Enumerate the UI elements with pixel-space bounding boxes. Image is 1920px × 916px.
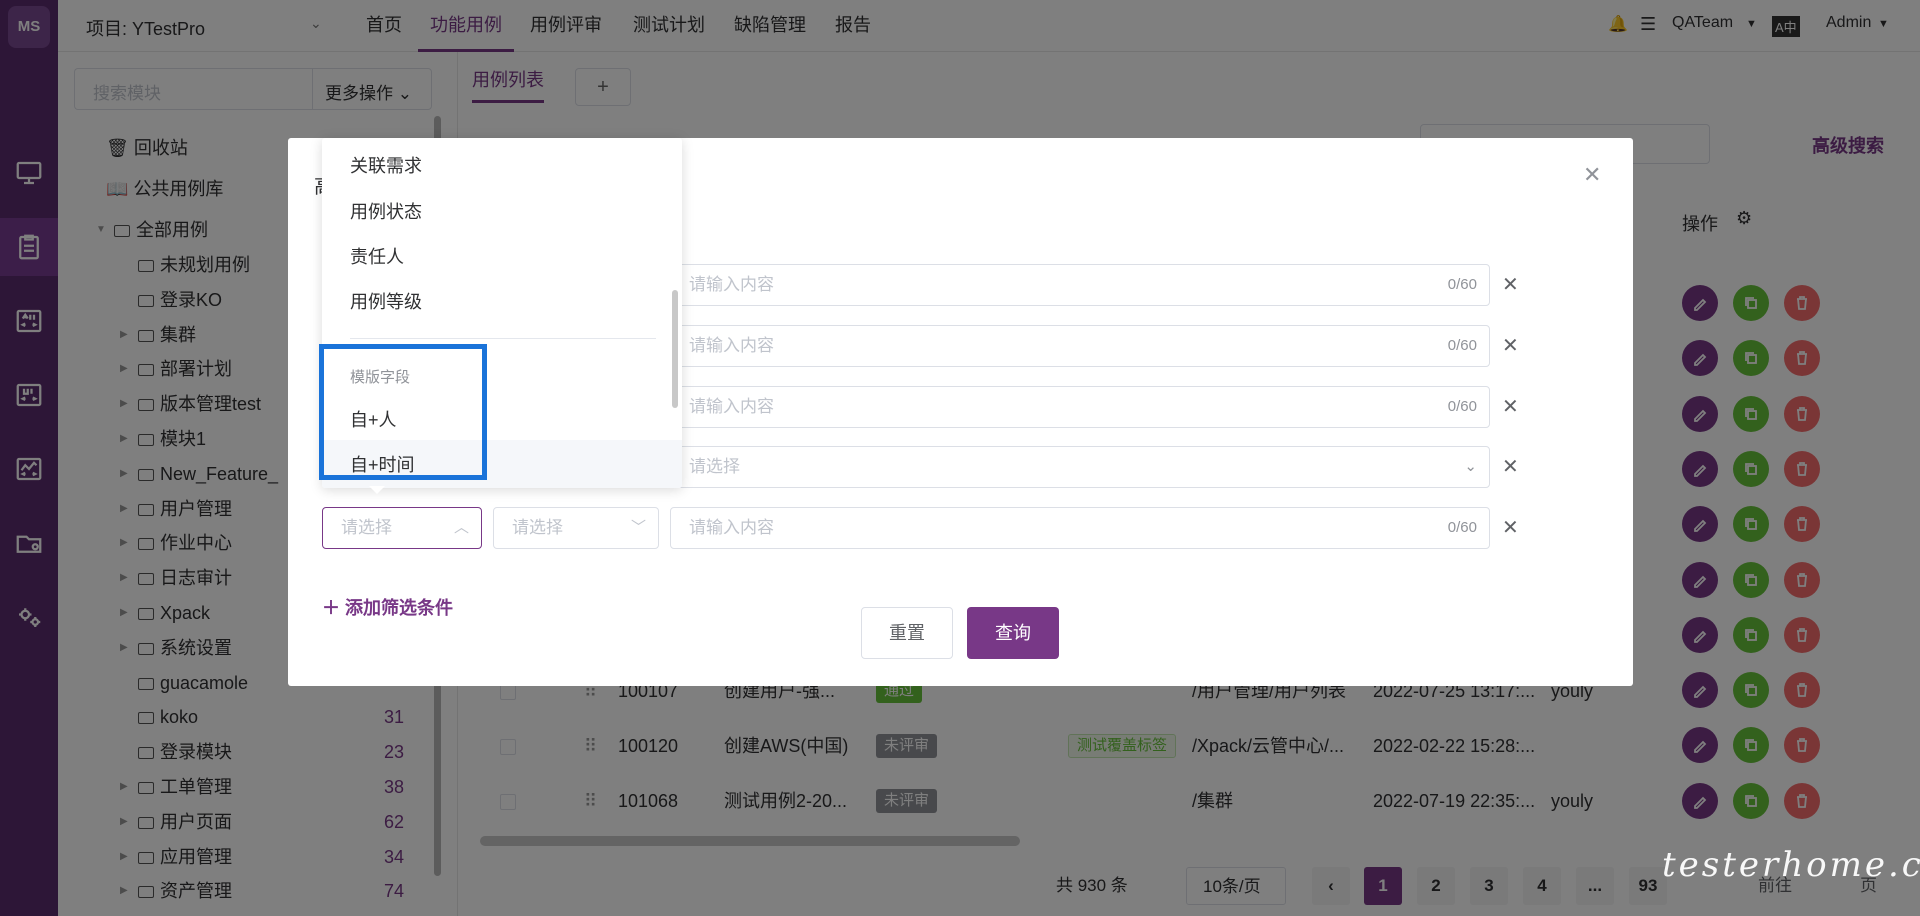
chevron-down-icon: ⌄ <box>1464 458 1477 475</box>
dropdown-option[interactable]: 关联需求 <box>350 152 422 178</box>
input-placeholder: 请输入内容 <box>689 275 774 294</box>
filter-value-select[interactable]: 请选择 ⌄ <box>670 446 1490 488</box>
filter-value-input[interactable]: 请输入内容 0/60 <box>670 264 1490 306</box>
add-filter-label: 添加筛选条件 <box>345 598 454 618</box>
remove-condition-icon[interactable]: ✕ <box>1502 454 1519 479</box>
dropdown-option[interactable]: 用例状态 <box>350 198 422 224</box>
field-select[interactable]: 请选择 ︿ <box>322 507 482 549</box>
dropdown-option[interactable]: 用例等级 <box>350 288 422 314</box>
filter-value-input[interactable]: 请输入内容 0/60 <box>670 507 1490 549</box>
plus-icon: ＋ <box>322 598 340 618</box>
remove-condition-icon[interactable]: ✕ <box>1502 394 1519 419</box>
chevron-up-icon: ︿ <box>453 519 469 536</box>
dropdown-option[interactable]: 责任人 <box>350 243 404 269</box>
remove-condition-icon[interactable]: ✕ <box>1502 515 1519 540</box>
input-placeholder: 请选择 <box>512 518 563 537</box>
chevron-down-icon: ﹀ <box>630 519 646 536</box>
input-placeholder: 请输入内容 <box>689 397 774 416</box>
input-placeholder: 请选择 <box>689 457 740 476</box>
input-placeholder: 请选择 <box>341 518 392 537</box>
annotation-highlight-box <box>319 344 487 480</box>
filter-value-input[interactable]: 请输入内容 0/60 <box>670 386 1490 428</box>
close-icon[interactable]: ✕ <box>1583 162 1601 188</box>
input-placeholder: 请输入内容 <box>689 336 774 355</box>
query-button[interactable]: 查询 <box>967 607 1059 659</box>
char-counter: 0/60 <box>1447 398 1477 415</box>
filter-value-input[interactable]: 请输入内容 0/60 <box>670 325 1490 367</box>
remove-condition-icon[interactable]: ✕ <box>1502 272 1519 297</box>
operator-select[interactable]: 请选择 ﹀ <box>493 507 659 549</box>
char-counter: 0/60 <box>1447 337 1477 354</box>
remove-condition-icon[interactable]: ✕ <box>1502 333 1519 358</box>
reset-button[interactable]: 重置 <box>861 607 953 659</box>
char-counter: 0/60 <box>1447 276 1477 293</box>
dropdown-arrow <box>369 486 385 494</box>
char-counter: 0/60 <box>1447 519 1477 536</box>
dropdown-divider <box>350 338 656 339</box>
watermark: testerhome.com <box>1662 845 1920 885</box>
dropdown-scrollbar[interactable] <box>672 290 678 408</box>
input-placeholder: 请输入内容 <box>689 518 774 537</box>
add-filter-button[interactable]: ＋ 添加筛选条件 <box>322 594 453 620</box>
